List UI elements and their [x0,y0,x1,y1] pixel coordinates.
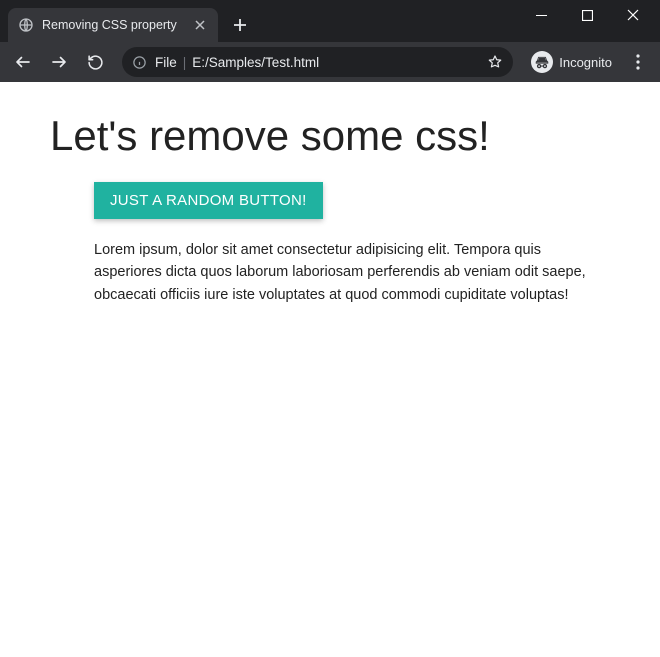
minimize-button[interactable] [518,0,564,30]
page-heading: Let's remove some css! [50,112,610,160]
window-titlebar: Removing CSS property [0,0,660,42]
address-separator: | [183,55,187,70]
address-text: File | E:/Samples/Test.html [155,55,479,70]
forward-button[interactable] [44,47,74,77]
bookmark-star-icon[interactable] [487,54,503,70]
browser-tab[interactable]: Removing CSS property [8,8,218,42]
globe-icon [18,17,34,33]
browser-toolbar: File | E:/Samples/Test.html Incognito [0,42,660,82]
incognito-label: Incognito [559,55,612,70]
random-button[interactable]: JUST A RANDOM BUTTON! [94,182,323,219]
address-bar[interactable]: File | E:/Samples/Test.html [122,47,513,77]
close-window-button[interactable] [610,0,656,30]
reload-button[interactable] [80,47,110,77]
incognito-icon [531,51,553,73]
address-scheme: File [155,55,177,70]
incognito-badge[interactable]: Incognito [525,51,618,73]
page-content: Let's remove some css! JUST A RANDOM BUT… [0,82,660,336]
window-controls [518,0,656,30]
content-inner: JUST A RANDOM BUTTON! Lorem ipsum, dolor… [50,182,590,306]
back-button[interactable] [8,47,38,77]
menu-button[interactable] [624,48,652,76]
close-tab-button[interactable] [192,17,208,33]
new-tab-button[interactable] [228,13,252,37]
site-info-icon[interactable] [132,55,147,70]
maximize-button[interactable] [564,0,610,30]
tab-title: Removing CSS property [42,18,184,32]
address-path: E:/Samples/Test.html [192,55,319,70]
paragraph-text: Lorem ipsum, dolor sit amet consectetur … [94,239,590,306]
